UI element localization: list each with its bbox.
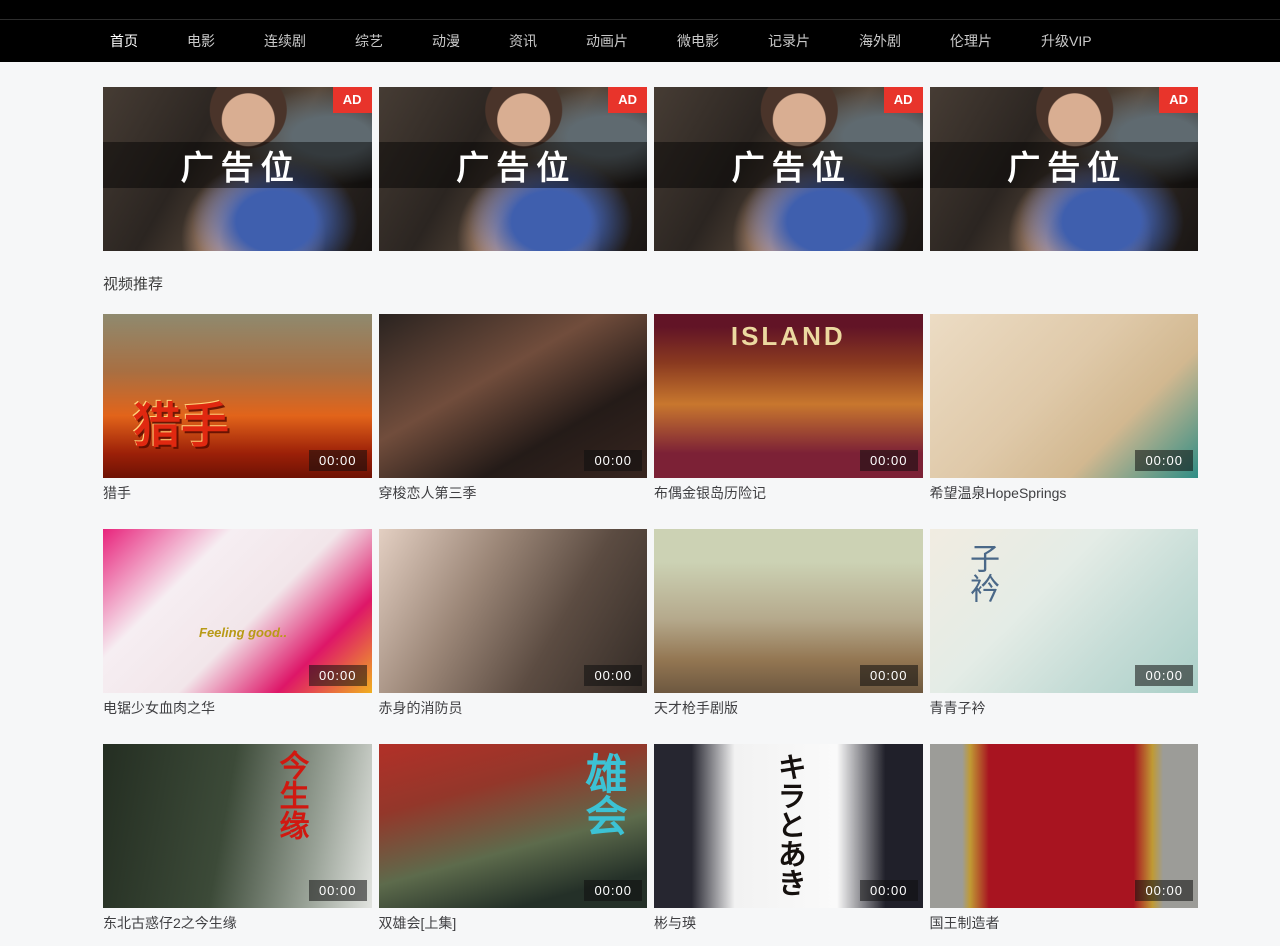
video-thumbnail[interactable]: Feeling good.. 00:00: [103, 529, 372, 693]
video-thumbnail[interactable]: キラとあき 00:00: [654, 744, 923, 908]
video-thumbnail[interactable]: 子衿 00:00: [930, 529, 1199, 693]
duration-badge: 00:00: [860, 450, 918, 471]
video-card-11: 00:00 国王制造者: [930, 744, 1199, 932]
poster-art-text: ISLAND: [654, 322, 923, 352]
video-card-3: 00:00 希望温泉HopeSprings: [930, 314, 1199, 502]
video-thumbnail[interactable]: 00:00: [930, 744, 1199, 908]
duration-badge: 00:00: [309, 880, 367, 901]
ad-badge: AD: [1159, 87, 1198, 113]
duration-badge: 00:00: [584, 665, 642, 686]
video-thumbnail[interactable]: 00:00: [930, 314, 1199, 478]
video-thumbnail[interactable]: 00:00: [379, 529, 648, 693]
video-card-7: 子衿 00:00 青青子衿: [930, 529, 1199, 717]
ad-banner-0[interactable]: 广告位 AD: [103, 87, 372, 251]
page-content: 广告位 AD 广告位 AD 广告位 AD 广告位 AD 视频推荐 猎手 00:0…: [103, 87, 1198, 932]
ad-placeholder-band: 广告位: [379, 142, 648, 188]
video-title[interactable]: 彬与瑛: [654, 914, 923, 932]
video-title[interactable]: 布偶金银岛历险记: [654, 484, 923, 502]
nav-item-11[interactable]: 升级VIP: [1041, 31, 1092, 51]
section-title: 视频推荐: [103, 275, 1198, 294]
nav-item-3[interactable]: 综艺: [355, 31, 383, 51]
video-card-2: ISLAND 00:00 布偶金银岛历险记: [654, 314, 923, 502]
ad-badge: AD: [608, 87, 647, 113]
poster-art-text: 今生缘: [273, 750, 308, 840]
video-grid: 猎手 00:00 猎手 00:00 穿梭恋人第三季 ISLAND 00:00 布…: [103, 314, 1198, 932]
duration-badge: 00:00: [309, 665, 367, 686]
duration-badge: 00:00: [584, 450, 642, 471]
video-title[interactable]: 国王制造者: [930, 914, 1199, 932]
ad-placeholder-band: 广告位: [930, 142, 1199, 188]
duration-badge: 00:00: [584, 880, 642, 901]
nav-item-2[interactable]: 连续剧: [264, 31, 306, 51]
nav-item-8[interactable]: 记录片: [768, 31, 810, 51]
nav-item-6[interactable]: 动画片: [586, 31, 628, 51]
video-title[interactable]: 东北古惑仔2之今生缘: [103, 914, 372, 932]
video-title[interactable]: 赤身的消防员: [379, 699, 648, 717]
video-card-0: 猎手 00:00 猎手: [103, 314, 372, 502]
ad-banner-1[interactable]: 广告位 AD: [379, 87, 648, 251]
video-title[interactable]: 穿梭恋人第三季: [379, 484, 648, 502]
poster-art-text: Feeling good..: [199, 626, 287, 641]
poster-art-text: 子衿: [964, 543, 999, 603]
nav-item-10[interactable]: 伦理片: [950, 31, 992, 51]
video-title[interactable]: 希望温泉HopeSprings: [930, 484, 1199, 502]
duration-badge: 00:00: [309, 450, 367, 471]
video-thumbnail[interactable]: ISLAND 00:00: [654, 314, 923, 478]
video-card-8: 今生缘 00:00 东北古惑仔2之今生缘: [103, 744, 372, 932]
nav-item-7[interactable]: 微电影: [677, 31, 719, 51]
ad-placeholder-band: 广告位: [103, 142, 372, 188]
ad-placeholder-band: 广告位: [654, 142, 923, 188]
duration-badge: 00:00: [860, 880, 918, 901]
video-thumbnail[interactable]: 雄会 00:00: [379, 744, 648, 908]
poster-art-text: 雄会: [579, 752, 627, 836]
nav-item-9[interactable]: 海外剧: [859, 31, 901, 51]
video-thumbnail[interactable]: 00:00: [379, 314, 648, 478]
main-nav: 首页 电影 连续剧 综艺 动漫 资讯 动画片 微电影 记录片 海外剧 伦理片 升级VIP: [0, 20, 1280, 62]
ad-badge: AD: [333, 87, 372, 113]
nav-item-1[interactable]: 电影: [187, 31, 215, 51]
ad-row: 广告位 AD 广告位 AD 广告位 AD 广告位 AD: [103, 87, 1198, 251]
video-card-5: 00:00 赤身的消防员: [379, 529, 648, 717]
video-thumbnail[interactable]: 00:00: [654, 529, 923, 693]
ad-banner-3[interactable]: 广告位 AD: [930, 87, 1199, 251]
ad-placeholder-label: 广告位: [1000, 141, 1127, 189]
duration-badge: 00:00: [1135, 880, 1193, 901]
ad-placeholder-label: 广告位: [449, 141, 576, 189]
duration-badge: 00:00: [1135, 665, 1193, 686]
nav-item-5[interactable]: 资讯: [509, 31, 537, 51]
top-strip: [0, 0, 1280, 20]
duration-badge: 00:00: [1135, 450, 1193, 471]
video-title[interactable]: 青青子衿: [930, 699, 1199, 717]
video-thumbnail[interactable]: 今生缘 00:00: [103, 744, 372, 908]
top-header: 首页 电影 连续剧 综艺 动漫 资讯 动画片 微电影 记录片 海外剧 伦理片 升级VIP: [0, 0, 1280, 62]
nav-item-4[interactable]: 动漫: [432, 31, 460, 51]
ad-placeholder-label: 广告位: [174, 141, 301, 189]
video-title[interactable]: 天才枪手剧版: [654, 699, 923, 717]
video-title[interactable]: 猎手: [103, 484, 372, 502]
video-title[interactable]: 双雄会[上集]: [379, 914, 648, 932]
ad-placeholder-label: 广告位: [725, 141, 852, 189]
video-card-9: 雄会 00:00 双雄会[上集]: [379, 744, 648, 932]
video-thumbnail[interactable]: 猎手 00:00: [103, 314, 372, 478]
poster-art-text: キラとあき: [771, 752, 805, 897]
video-title[interactable]: 电锯少女血肉之华: [103, 699, 372, 717]
duration-badge: 00:00: [860, 665, 918, 686]
video-card-6: 00:00 天才枪手剧版: [654, 529, 923, 717]
ad-banner-2[interactable]: 广告位 AD: [654, 87, 923, 251]
poster-art-text: 猎手: [133, 399, 229, 454]
video-card-4: Feeling good.. 00:00 电锯少女血肉之华: [103, 529, 372, 717]
ad-badge: AD: [884, 87, 923, 113]
nav-item-0[interactable]: 首页: [110, 31, 138, 51]
video-card-10: キラとあき 00:00 彬与瑛: [654, 744, 923, 932]
video-card-1: 00:00 穿梭恋人第三季: [379, 314, 648, 502]
